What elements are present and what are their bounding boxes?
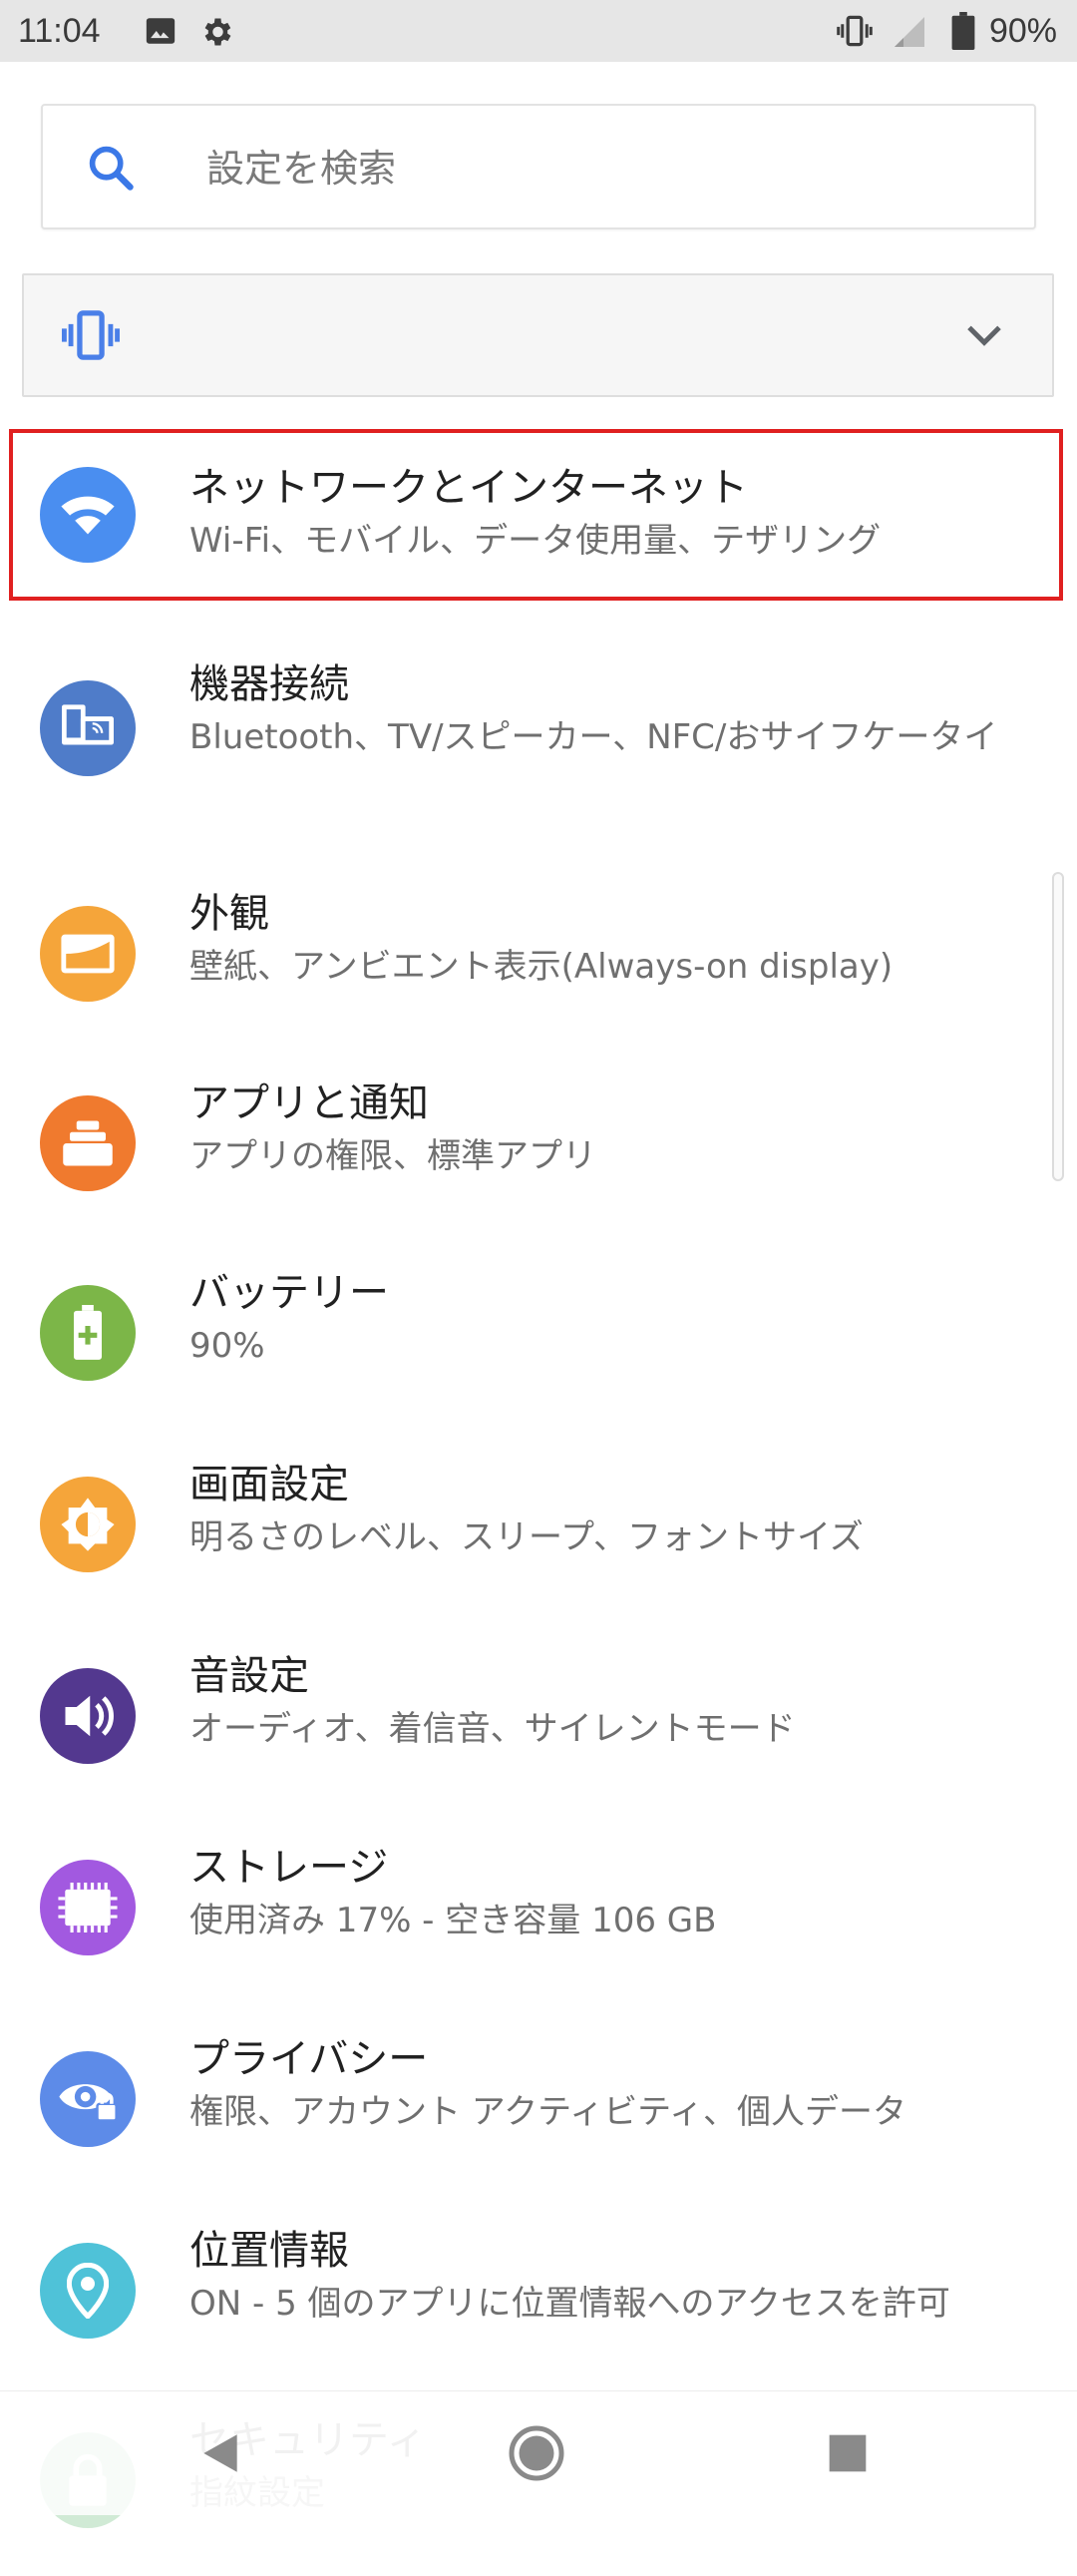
search-icon: [85, 142, 137, 198]
settings-item-devices[interactable]: 機器接続 Bluetooth、TV/スピーカー、NFC/おサイフケータイ: [0, 629, 1077, 820]
back-icon[interactable]: [195, 2427, 245, 2483]
settings-item-title: バッテリー: [189, 1270, 389, 1316]
nav-bar: [0, 2390, 1077, 2515]
settings-item-wallpaper[interactable]: 外観壁紙、アンビエント表示(Always-on display): [0, 858, 1077, 1050]
settings-item-wifi[interactable]: ネットワークとインターネット Wi-Fi、モバイル、データ使用量、テザリング: [0, 429, 1077, 601]
settings-item-subtitle: Wi-Fi、モバイル、データ使用量、テザリング: [189, 521, 882, 561]
signal-icon: [888, 14, 931, 54]
battery-icon: [951, 12, 975, 54]
settings-item-title: ストレージ: [189, 1845, 389, 1891]
privacy-icon: [40, 2051, 136, 2147]
sound-mode-bar[interactable]: [22, 273, 1054, 397]
settings-item-subtitle: アプリの権限、標準アプリ: [189, 1136, 596, 1176]
settings-item-subtitle: 明るさのレベル、スリープ、フォントサイズ: [189, 1517, 864, 1557]
settings-item-subtitle: 90%: [189, 1326, 265, 1366]
search-input[interactable]: [204, 136, 966, 202]
gear-icon: [198, 14, 234, 54]
vibrate-icon: [60, 307, 122, 367]
settings-item-title: 音設定: [189, 1653, 309, 1699]
location-icon: [40, 2243, 136, 2339]
wifi-icon: [40, 467, 136, 563]
recents-icon[interactable]: [826, 2431, 870, 2479]
settings-item-apps[interactable]: アプリと通知アプリの権限、標準アプリ: [0, 1048, 1077, 1239]
settings-item-privacy[interactable]: プライバシー権限、アカウント アクティビティ、個人データ: [0, 2003, 1077, 2195]
settings-item-title: 外観: [189, 891, 269, 937]
settings-item-location[interactable]: 位置情報 ON - 5 個のアプリに位置情報へのアクセスを許可: [0, 2195, 1077, 2386]
search-box[interactable]: [41, 104, 1036, 229]
settings-item-title: 画面設定: [189, 1462, 349, 1507]
settings-item-storage[interactable]: ストレージ使用済み 17% - 空き容量 106 GB: [0, 1812, 1077, 2003]
wallpaper-icon: [40, 906, 136, 1002]
settings-item-subtitle: 権限、アカウント アクティビティ、個人データ: [189, 2092, 907, 2132]
apps-icon: [40, 1095, 136, 1191]
settings-item-subtitle: オーディオ、着信音、サイレントモード: [189, 1709, 796, 1749]
settings-item-subtitle: 壁紙、アンビエント表示(Always-on display): [189, 947, 894, 987]
chevron-down-icon[interactable]: [964, 319, 1004, 353]
settings-item-brightness[interactable]: 画面設定明るさのレベル、スリープ、フォントサイズ: [0, 1429, 1077, 1620]
storage-icon: [40, 1860, 136, 1955]
devices-icon: [40, 680, 136, 776]
home-icon[interactable]: [507, 2423, 566, 2487]
settings-item-title: 位置情報: [189, 2228, 349, 2274]
settings-item-subtitle: 使用済み 17% - 空き容量 106 GB: [189, 1901, 717, 1940]
settings-item-title: プライバシー: [189, 2036, 429, 2082]
brightness-icon: [40, 1477, 136, 1572]
status-time: 11:04: [18, 12, 101, 50]
battery-icon: [40, 1285, 136, 1381]
image-icon: [144, 14, 178, 52]
scrollbar[interactable]: [1052, 872, 1064, 1181]
settings-item-title: ネットワークとインターネット: [189, 465, 748, 511]
settings-item-battery[interactable]: バッテリー 90%: [0, 1237, 1077, 1429]
settings-item-subtitle: ON - 5 個のアプリに位置情報へのアクセスを許可: [189, 2284, 950, 2324]
settings-item-subtitle: Bluetooth、TV/スピーカー、NFC/おサイフケータイ: [189, 717, 998, 757]
settings-item-volume[interactable]: 音設定オーディオ、着信音、サイレントモード: [0, 1620, 1077, 1812]
settings-item-title: 機器接続: [189, 661, 349, 707]
battery-percent: 90%: [988, 12, 1057, 50]
status-bar: 11:04 90%: [0, 0, 1077, 62]
vibrate-icon: [836, 14, 874, 52]
settings-item-title: アプリと通知: [189, 1080, 429, 1126]
volume-icon: [40, 1668, 136, 1764]
